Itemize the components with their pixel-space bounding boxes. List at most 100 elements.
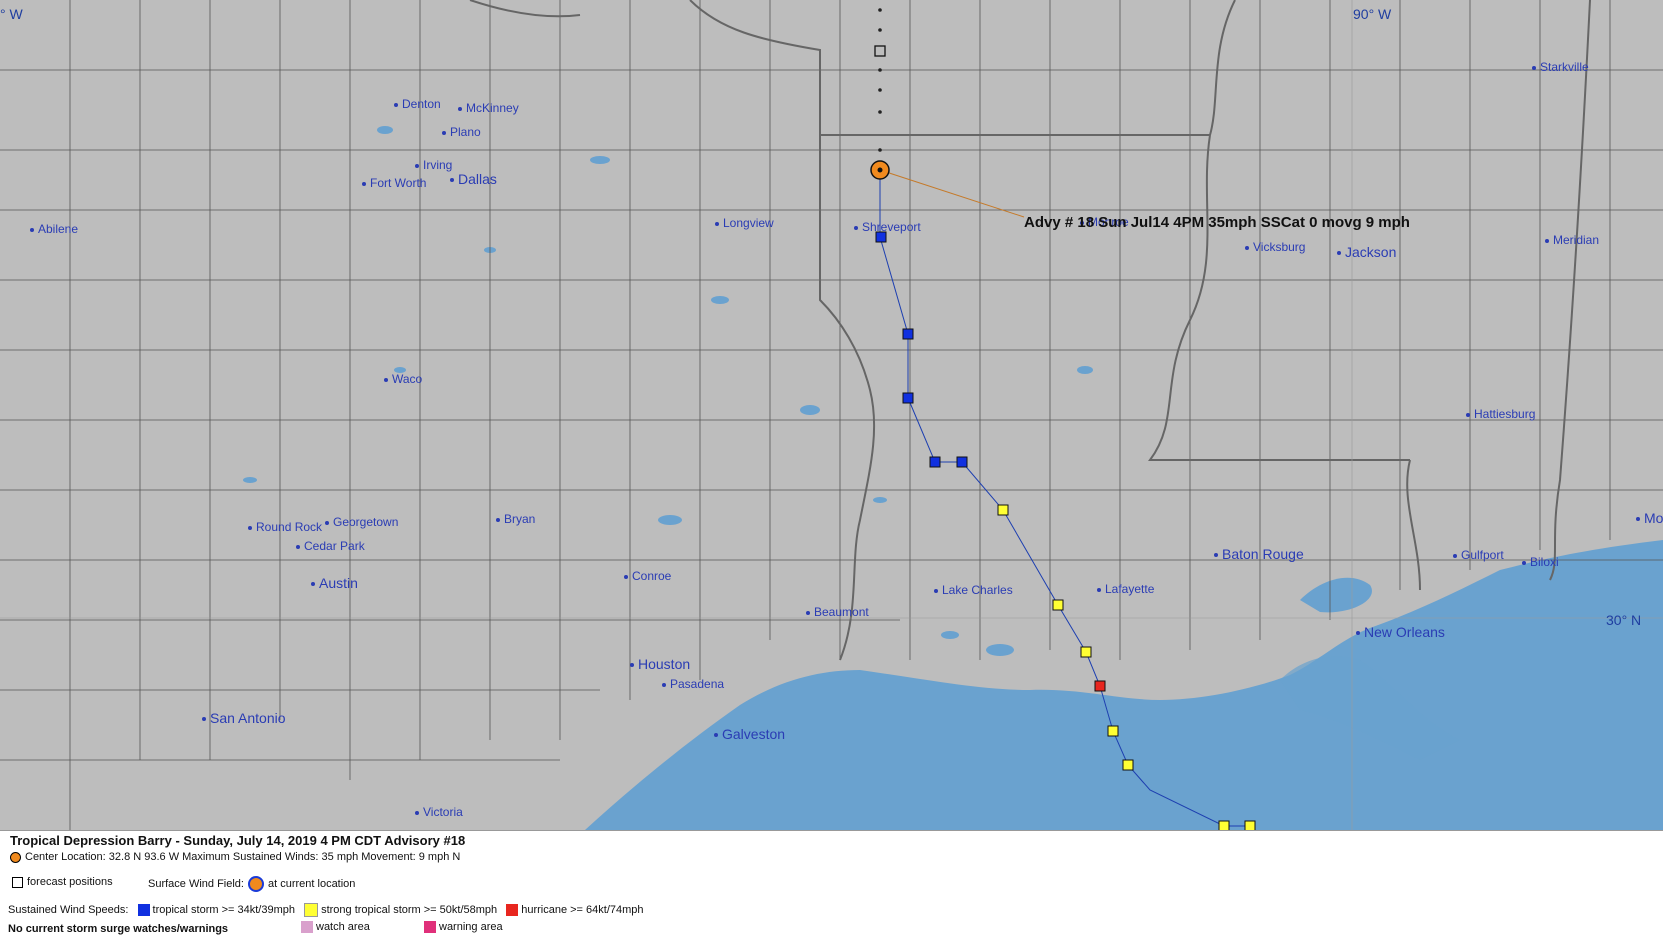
sustained-label: Sustained Wind Speeds: [8, 903, 129, 916]
city-dot-icon [1337, 251, 1341, 256]
sts-point [1107, 725, 1119, 737]
ts-swatch [137, 904, 150, 916]
city-label: Conroe [624, 569, 671, 583]
city-label: Dallas [450, 171, 497, 187]
city-name: Vicksburg [1253, 240, 1306, 254]
city-name: Victoria [423, 805, 463, 819]
city-name: San Antonio [210, 710, 286, 726]
city-label: Plano [442, 125, 481, 139]
hu-swatch [506, 904, 519, 916]
sts-swatch [304, 903, 319, 917]
ts-point [929, 456, 941, 468]
city-dot-icon [442, 130, 446, 135]
city-dot-icon [311, 582, 315, 587]
city-label: Victoria [415, 805, 463, 819]
city-name: Denton [402, 97, 441, 111]
warning-swatch [424, 921, 436, 934]
city-name: Longview [723, 216, 774, 230]
past-position-square [874, 45, 886, 57]
sts-label: strong tropical storm >= 50kt/58mph [321, 903, 498, 916]
lat-label-30n: 30° N [1606, 612, 1642, 628]
city-label: Houston [630, 656, 690, 672]
ts-point [902, 392, 914, 404]
sts-point [1080, 646, 1092, 658]
sts-point [1244, 820, 1256, 830]
city-dot-icon [1214, 553, 1218, 558]
city-name: Shreveport [862, 220, 921, 234]
city-label: Pasadena [662, 677, 724, 691]
city-dot-icon [630, 663, 634, 668]
legend-panel: Tropical Depression Barry - Sunday, July… [0, 830, 1663, 941]
city-name: McKinney [466, 101, 519, 115]
city-dot-icon [450, 178, 454, 183]
forecast-positions-row: forecast positions [12, 876, 113, 888]
city-name: Plano [450, 125, 481, 139]
city-name: Hattiesburg [1474, 407, 1536, 421]
at-current-location-label: at current location [267, 877, 356, 890]
no-surge-text: No current storm surge watches/warnings [8, 923, 229, 935]
city-dot-icon [458, 106, 462, 111]
city-dot-icon [496, 517, 500, 522]
city-label: Austin [311, 575, 358, 591]
storm-center-icon [870, 160, 890, 180]
legend-title: Tropical Depression Barry - Sunday, July… [10, 833, 466, 848]
city-name: Houston [638, 656, 691, 672]
city-name: Starkville [1540, 60, 1589, 74]
lake-pontchartrain [1300, 577, 1372, 613]
past-positions [878, 8, 882, 152]
city-dot-icon [806, 610, 810, 615]
city-dot-icon [384, 377, 388, 382]
center-location-row: Center Location: 32.8 N 93.6 W Maximum S… [10, 851, 460, 863]
city-name: Lake Charles [942, 583, 1013, 597]
city-label: Galveston [714, 726, 785, 742]
city-name: Beaumont [814, 605, 869, 619]
lon-label-90w: 90° W [1353, 6, 1392, 22]
city-name: Waco [392, 372, 423, 386]
warning-row: warning area [418, 921, 503, 934]
watch-row: watch area [295, 921, 370, 934]
watch-label: watch area [316, 921, 370, 933]
city-dot-icon [30, 227, 34, 232]
forecast-square-icon [12, 876, 23, 888]
city-name: Georgetown [333, 515, 399, 529]
legend-title-row: Tropical Depression Barry - Sunday, July… [10, 833, 465, 848]
city-dot-icon [415, 810, 419, 815]
city-label: Jackson [1337, 244, 1396, 260]
city-name: Mo [1644, 510, 1663, 526]
city-label: Irving [415, 158, 452, 172]
state-borders [469, 0, 1591, 661]
city-dot-icon [1545, 238, 1549, 243]
city-name: Galveston [722, 726, 786, 742]
city-name: Lafayette [1105, 582, 1155, 596]
city-name: Round Rock [256, 520, 323, 534]
city-name: Irving [423, 158, 453, 172]
city-dot-icon [934, 588, 938, 593]
hu-label: hurricane >= 64kt/74mph [521, 903, 644, 916]
city-dot-icon [325, 520, 329, 525]
city-label: Lake Charles [934, 583, 1013, 597]
city-dot-icon [1453, 553, 1457, 558]
ts-point [902, 328, 914, 340]
sts-point [1218, 820, 1230, 830]
city-label: Georgetown [325, 515, 398, 529]
city-label: Vicksburg [1245, 240, 1305, 254]
city-name: Conroe [632, 569, 672, 583]
city-dot-icon [854, 225, 858, 230]
city-dot-icon [202, 717, 206, 722]
city-name: Abilene [38, 222, 79, 236]
city-dot-icon [1522, 560, 1526, 565]
city-name: Cedar Park [304, 539, 365, 553]
sustained-wind-row: Sustained Wind Speeds: tropical storm >=… [8, 903, 644, 917]
city-label: McKinney [458, 101, 519, 115]
city-dot-icon [1245, 245, 1249, 250]
city-name: Jackson [1345, 244, 1397, 260]
city-dot-icon [1466, 412, 1470, 417]
city-dot-icon [1636, 517, 1640, 522]
city-label: Mo [1636, 510, 1663, 526]
city-label: New Orleans [1356, 624, 1445, 640]
storm-track-map[interactable]: ° W 90° W 30° N Denton McKinney Plano Irvin… [0, 0, 1663, 830]
city-name: Bryan [504, 512, 536, 526]
lon-label-left: ° W [0, 6, 23, 22]
city-dot-icon [1356, 631, 1360, 636]
city-label: Hattiesburg [1466, 407, 1535, 421]
